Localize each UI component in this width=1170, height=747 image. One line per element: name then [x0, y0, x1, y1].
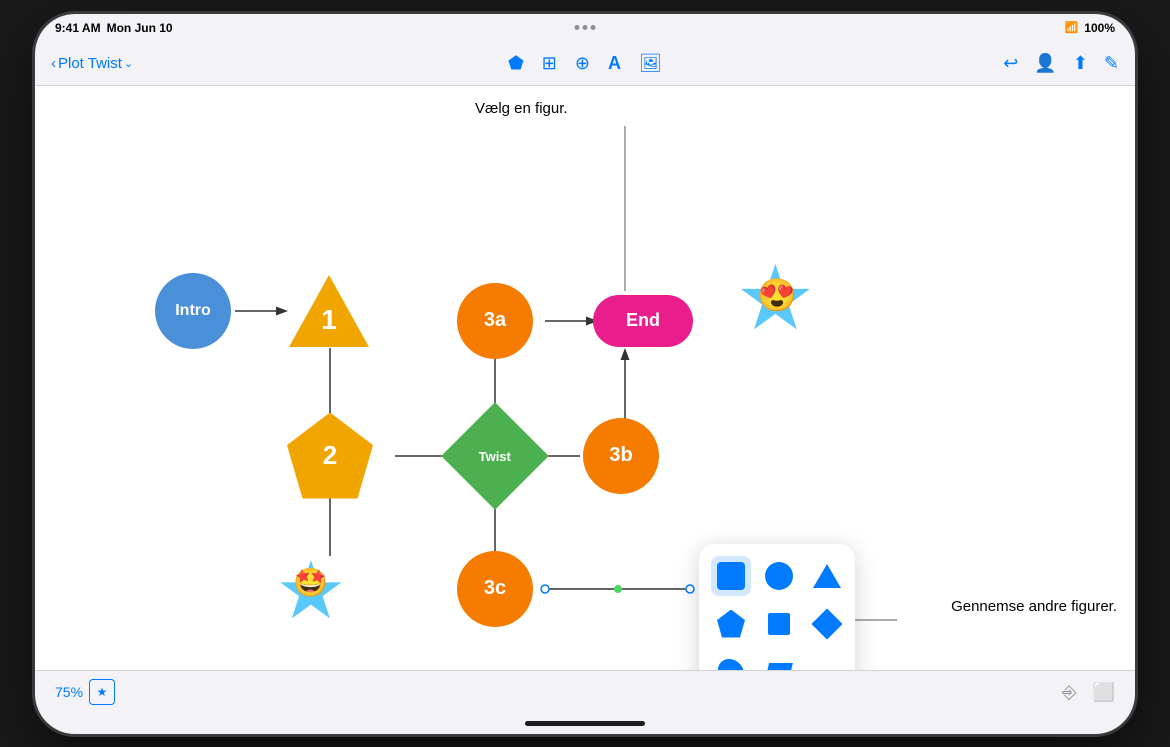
shape-2[interactable]: 2: [287, 413, 373, 499]
doc-title: Plot Twist: [58, 55, 122, 72]
shape-3a[interactable]: 3a: [457, 283, 533, 359]
insert-chart-button[interactable]: ⊕: [575, 53, 590, 74]
shape-3c[interactable]: 3c: [457, 551, 533, 627]
shape-1[interactable]: 1: [285, 271, 373, 351]
more-shapes-icon: ···: [817, 661, 838, 670]
picker-circle[interactable]: [759, 556, 799, 596]
shape-end[interactable]: End: [593, 295, 693, 347]
bottom-bar: 75% ★ ⎆ ⬜: [35, 670, 1135, 714]
date: Mon Jun 10: [107, 21, 173, 35]
triangle-shape-option: [813, 564, 841, 588]
home-bar: [525, 721, 645, 726]
picker-small-square[interactable]: [759, 604, 799, 644]
insert-media-button[interactable]: 🖼: [639, 53, 662, 74]
arrange-button[interactable]: ⎆: [1062, 682, 1076, 703]
zoom-level: 75%: [55, 684, 83, 700]
picker-pentagon[interactable]: [711, 604, 751, 644]
status-bar: 9:41 AM Mon Jun 10 📶 100%: [35, 14, 1135, 42]
shape-picker[interactable]: ···: [699, 544, 855, 670]
ipad-frame: 9:41 AM Mon Jun 10 📶 100% ‹ Plot Twist ⌄…: [35, 14, 1135, 734]
star-bottom-left[interactable]: ★ 🤩: [275, 551, 347, 631]
shape-twist[interactable]: Twist: [441, 402, 548, 509]
chevron-down-icon: ⌄: [124, 57, 133, 70]
callout-lines-svg: [35, 86, 1135, 670]
teardrop-shape-option: [713, 653, 750, 669]
callout-right-line-svg: [35, 86, 1135, 670]
battery: 100%: [1084, 21, 1115, 35]
pentagon-shape-option: [717, 610, 745, 638]
toolbar-left: ‹ Plot Twist ⌄: [51, 55, 314, 72]
picker-more[interactable]: ···: [807, 652, 847, 670]
callout-top-text: Vælg en figur.: [475, 100, 568, 117]
picker-parallelogram[interactable]: [759, 652, 799, 670]
undo-button[interactable]: ↩: [1003, 53, 1018, 74]
toolbar-right: ↩ 👤 ⬆ ✎: [856, 53, 1119, 74]
star-top-right[interactable]: ★ 😍: [735, 254, 816, 344]
circle-shape-option: [765, 562, 793, 590]
time: 9:41 AM: [55, 21, 101, 35]
parallelogram-shape-option: [765, 663, 793, 670]
picker-diamond[interactable]: [807, 604, 847, 644]
status-right: 📶 100%: [1065, 21, 1115, 35]
square-shape-option: [717, 562, 745, 590]
svg-text:1: 1: [321, 304, 337, 335]
bottom-right-icons: ⎆ ⬜: [1062, 682, 1115, 703]
insert-shapes-button[interactable]: ⬟: [508, 53, 524, 74]
zoom-button[interactable]: ★: [89, 679, 115, 705]
toolbar-center: ⬟ ⊞ ⊕ A 🖼: [322, 53, 848, 74]
share-button[interactable]: ⬆: [1073, 53, 1088, 74]
insert-table-button[interactable]: ⊞: [542, 53, 557, 74]
fullscreen-button[interactable]: ⬜: [1093, 682, 1115, 703]
diamond-shape-option: [811, 608, 842, 639]
wifi-icon: 📶: [1065, 21, 1079, 34]
connections-svg: [35, 86, 1135, 670]
insert-text-button[interactable]: A: [608, 53, 621, 74]
more-button[interactable]: ✎: [1104, 53, 1119, 74]
chevron-left-icon: ‹: [51, 55, 56, 72]
picker-square[interactable]: [711, 556, 751, 596]
small-square-shape-option: [768, 613, 790, 635]
toolbar: ‹ Plot Twist ⌄ ⬟ ⊞ ⊕ A 🖼 ↩ 👤 ⬆ ✎: [35, 42, 1135, 86]
callout-right-text: Gennemse andre figurer.: [951, 596, 1117, 617]
home-indicator: [35, 714, 1135, 734]
collab-button[interactable]: 👤: [1034, 53, 1056, 74]
shape-3b[interactable]: 3b: [583, 418, 659, 494]
status-left: 9:41 AM Mon Jun 10: [55, 21, 173, 35]
canvas-area: Intro 1 3a End ★ 😍 2 Twist: [35, 86, 1135, 670]
back-button[interactable]: ‹ Plot Twist ⌄: [51, 55, 133, 72]
picker-triangle[interactable]: [807, 556, 847, 596]
zoom-indicator: 75% ★: [55, 679, 115, 705]
intro-shape[interactable]: Intro: [155, 273, 231, 349]
picker-teardrop[interactable]: [711, 652, 751, 670]
